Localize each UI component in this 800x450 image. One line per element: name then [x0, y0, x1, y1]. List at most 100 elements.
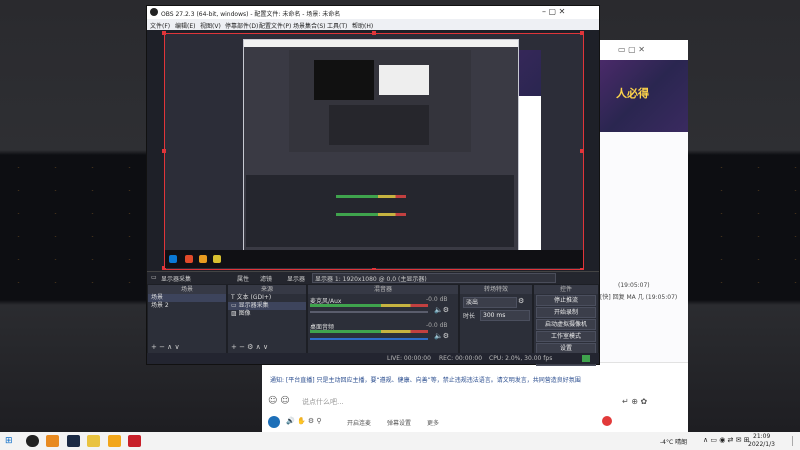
record-icon[interactable] — [602, 416, 612, 426]
app-taskbar-icon[interactable] — [87, 435, 100, 447]
nested-obs-capture — [243, 39, 519, 253]
volume-meter — [310, 304, 428, 307]
chat-input[interactable]: 说点什么吧... — [302, 397, 344, 407]
properties-button[interactable]: 属性 — [237, 274, 249, 283]
live-icon[interactable] — [268, 416, 280, 428]
obs-taskbar-icon[interactable] — [26, 435, 39, 447]
resize-handle[interactable] — [580, 31, 584, 35]
chat-titlebar: ▭ ▢ ✕ — [598, 40, 688, 60]
obs-titlebar: OBS 27.2.3 (64-bit, windows) - 配置文件: 未命名… — [147, 6, 599, 19]
start-icon[interactable]: ⊞ — [5, 436, 13, 446]
source-item[interactable]: ▭ 显示器采集 — [228, 302, 306, 310]
tray-icons[interactable]: ∧ ▭ ◉ ⇄ ✉ ⊞ — [703, 436, 750, 444]
dock-header: 来源 — [228, 285, 306, 294]
window-controls-icon[interactable]: ▭ ▢ ✕ — [618, 45, 645, 54]
dock-header: 转场特效 — [460, 285, 532, 294]
volume-slider[interactable] — [310, 338, 428, 340]
resize-handle[interactable] — [372, 31, 376, 35]
weather-status[interactable]: -4°C 晴朗 — [660, 437, 687, 446]
menu-docks[interactable]: 停靠部件(D) — [225, 21, 258, 30]
tool-more[interactable]: 更多 — [427, 418, 439, 427]
source-item[interactable]: T 文本 (GDI+) — [228, 294, 306, 302]
mixer-channel-db: -0.0 dB — [426, 296, 448, 303]
menu-view[interactable]: 视图(V) — [200, 21, 221, 30]
display-label: 显示器 — [287, 276, 306, 283]
app-taskbar-icon[interactable] — [46, 435, 59, 447]
dock-header: 场景 — [148, 285, 226, 294]
banner-text: 人必得 — [616, 87, 649, 100]
duration-input[interactable]: 300 ms — [480, 310, 530, 321]
tool-open-mic[interactable]: 开启连麦 — [347, 418, 371, 427]
controls-dock: 控件 停止推流 开始录制 启动虚拟摄像机 工作室模式 设置 退出 — [533, 284, 599, 366]
transitions-dock: 转场特效 淡出 ⚙ 时长 300 ms — [459, 284, 533, 354]
scene-item[interactable]: 场景 2 — [148, 302, 226, 310]
resize-handle[interactable] — [162, 149, 166, 153]
obs-statusbar: LIVE: 00:00:00 REC: 00:00:00 CPU: 2.0%, … — [147, 353, 599, 364]
resize-handle[interactable] — [580, 149, 584, 153]
clock-time[interactable]: 21:09 — [753, 433, 770, 440]
live-status: LIVE: 00:00:00 — [387, 355, 431, 362]
cpu-status: CPU: 2.0%, 30.00 fps — [489, 355, 553, 362]
resize-handle[interactable] — [162, 31, 166, 35]
volume-slider[interactable] — [310, 311, 428, 313]
display-select[interactable]: 显示器 1: 1920x1080 @ 0,0 (主显示器) — [312, 273, 556, 283]
speaker-icon[interactable]: 🔈⚙ — [434, 332, 449, 340]
captured-start-icon — [169, 255, 177, 263]
stream-health-icon — [582, 355, 590, 362]
g-taskbar-icon[interactable] — [108, 435, 121, 447]
menu-help[interactable]: 帮助(H) — [352, 21, 373, 30]
duration-label: 时长 — [463, 313, 476, 320]
stop-streaming-button[interactable]: 停止推流 — [536, 295, 596, 306]
source-label: 图像 — [238, 310, 251, 317]
captured-app-icon — [185, 255, 193, 263]
virtual-camera-button[interactable]: 启动虚拟摄像机 — [536, 319, 596, 330]
gear-icon[interactable]: ⚙ — [518, 297, 524, 305]
tool-danmu[interactable]: 弹幕设置 — [387, 418, 411, 427]
studio-mode-button[interactable]: 工作室模式 — [536, 331, 596, 342]
emoji-icon[interactable]: ☺ ☺ — [268, 396, 290, 406]
menu-tools[interactable]: 工具(T) — [327, 21, 347, 30]
obs-menubar: 文件(F) 编辑(E) 视图(V) 停靠部件(D) 配置文件(P) 场景集合(S… — [147, 19, 599, 30]
rec-status: REC: 00:00:00 — [439, 355, 483, 362]
mixer-channel-db: -0.0 dB — [426, 322, 448, 329]
transition-select[interactable]: 淡出 — [463, 297, 517, 308]
window-controls-icon[interactable]: – ▢ ✕ — [542, 7, 565, 16]
chat-line: (19:05:07) — [618, 282, 650, 289]
speaker-icon[interactable]: 🔈⚙ — [434, 306, 449, 314]
toolbar-icons[interactable]: 🔊 ✋ ⚙ ⚲ — [286, 417, 322, 425]
captured-taskbar — [165, 250, 583, 268]
nested-preview — [289, 50, 471, 152]
chat-message-area: (19:05:07) [快] 回复 MA 几 (19:05:07) — [598, 132, 688, 362]
preview-canvas[interactable] — [162, 31, 584, 270]
menu-profile[interactable]: 配置文件(P) — [259, 21, 291, 30]
dock-header: 控件 — [534, 285, 598, 294]
scene-toolbar-icons[interactable]: + − ∧ ∨ — [151, 343, 180, 351]
source-item[interactable]: ▨ 图像 — [228, 310, 306, 318]
menu-edit[interactable]: 编辑(E) — [175, 21, 195, 30]
captured-app-icon — [213, 255, 221, 263]
obs-preview[interactable] — [147, 30, 599, 271]
image-source-icon: ▨ — [231, 310, 239, 317]
source-label: 文本 (GDI+) — [236, 294, 272, 301]
obs-logo-icon — [150, 8, 158, 16]
monitor-source-icon: ▭ — [231, 302, 239, 309]
send-icon[interactable]: ↵ ⊕ ✿ — [622, 397, 647, 406]
clock-date[interactable]: 2022/1/3 — [748, 441, 775, 448]
menu-file[interactable]: 文件(F) — [150, 21, 170, 30]
app-taskbar-icon[interactable] — [128, 435, 141, 447]
chat-line: [快] 回复 MA 几 (19:05:07) — [600, 294, 678, 301]
chat-notice: 通知: [平台直播] 只是主动回应主播，要“遵规、健康、向善”等，禁止违规违法语… — [270, 377, 581, 384]
steam-taskbar-icon[interactable] — [67, 435, 80, 447]
filters-button[interactable]: 滤镜 — [260, 274, 272, 283]
sources-dock: 来源 T 文本 (GDI+) ▭ 显示器采集 ▨ 图像 + − ⚙ ∧ ∨ — [227, 284, 307, 354]
monitor-icon: ▭ — [151, 274, 157, 281]
show-desktop-button[interactable] — [792, 436, 793, 446]
mixer-dock: 混音器 麦克风/Aux -0.0 dB 🔈⚙ 桌面音频 -0.0 dB 🔈⚙ — [307, 284, 459, 354]
taskbar: ⊞ -4°C 晴朗 ∧ ▭ ◉ ⇄ ✉ ⊞ 21:09 2022/1/3 — [0, 432, 800, 450]
scene-item[interactable]: 场景 — [148, 294, 226, 302]
dock-header: 混音器 — [308, 285, 458, 294]
start-recording-button[interactable]: 开始录制 — [536, 307, 596, 318]
menu-scene-collection[interactable]: 场景集合(S) — [293, 21, 326, 30]
source-toolbar-icons[interactable]: + − ⚙ ∧ ∨ — [231, 343, 268, 351]
scenes-dock: 场景 场景 场景 2 + − ∧ ∨ — [147, 284, 227, 354]
